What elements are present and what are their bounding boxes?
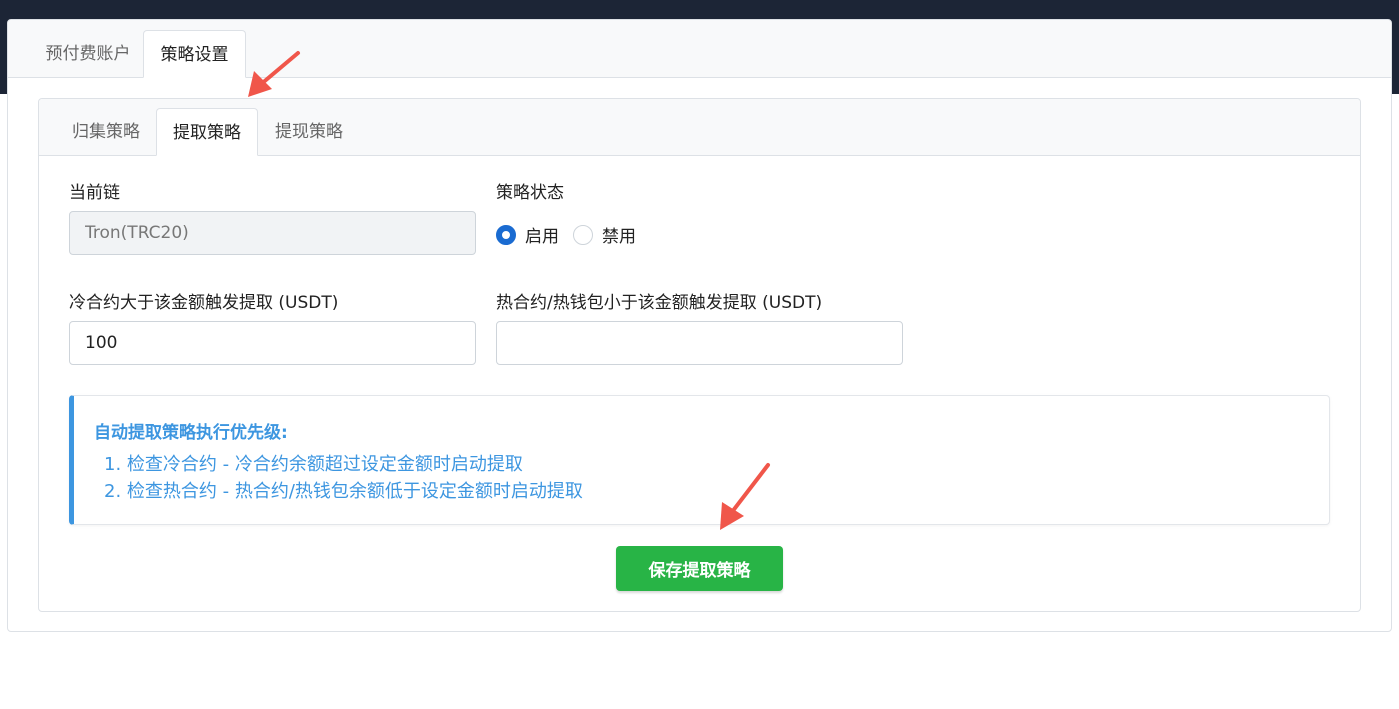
enabled-radio[interactable] (496, 224, 516, 245)
strategy-panel: 归集策略 提取策略 提现策略 当前链 策略状态 启用 禁用 冷合约大于该金额触发… (38, 98, 1361, 612)
disabled-label: 禁用 (602, 227, 636, 247)
disabled-radio[interactable] (573, 224, 593, 245)
hot-threshold-label: 热合约/热钱包小于该金额触发提取 (USDT) (496, 293, 823, 313)
cold-threshold-label: 冷合约大于该金额触发提取 (USDT) (69, 293, 339, 313)
tab-prepaid-account[interactable]: 预付费账户 (25, 30, 151, 78)
tab-collection-strategy[interactable]: 归集策略 (56, 108, 156, 156)
cold-threshold-input[interactable] (69, 321, 476, 365)
tab-strategy-settings[interactable]: 策略设置 (143, 30, 246, 78)
annotation-arrow-icon (720, 463, 770, 530)
list-item: 2. 检查热合约 - 热合约/热钱包余额低于设定金额时启动提取 (104, 481, 583, 502)
strategy-status-label: 策略状态 (496, 183, 564, 203)
info-title: 自动提取策略执行优先级: (94, 423, 288, 443)
status-disabled-option[interactable]: 禁用 (573, 222, 636, 247)
save-withdrawal-strategy-button[interactable]: 保存提取策略 (616, 546, 783, 591)
enabled-label: 启用 (525, 227, 559, 247)
inner-tab-bar: 归集策略 提取策略 提现策略 (39, 99, 1360, 156)
tab-withdrawal-strategy[interactable]: 提取策略 (156, 108, 258, 156)
tab-cashout-strategy[interactable]: 提现策略 (258, 108, 360, 156)
chain-label: 当前链 (69, 183, 120, 203)
list-item: 1. 检查冷合约 - 冷合约余额超过设定金额时启动提取 (104, 454, 523, 475)
settings-panel: 预付费账户 策略设置 归集策略 提取策略 提现策略 当前链 策略状态 启用 禁用… (7, 19, 1392, 632)
outer-tab-bar: 预付费账户 策略设置 (8, 20, 1391, 78)
info-list: 1. 检查冷合约 - 冷合约余额超过设定金额时启动提取 2. 检查热合约 - 热… (104, 451, 583, 505)
chain-field[interactable] (69, 211, 476, 255)
status-enabled-option[interactable]: 启用 (496, 222, 559, 247)
hot-threshold-input[interactable] (496, 321, 903, 365)
priority-info-box: 自动提取策略执行优先级: 1. 检查冷合约 - 冷合约余额超过设定金额时启动提取… (69, 395, 1330, 525)
annotation-arrow-icon (248, 51, 300, 97)
status-radio-group: 启用 禁用 (496, 222, 650, 247)
